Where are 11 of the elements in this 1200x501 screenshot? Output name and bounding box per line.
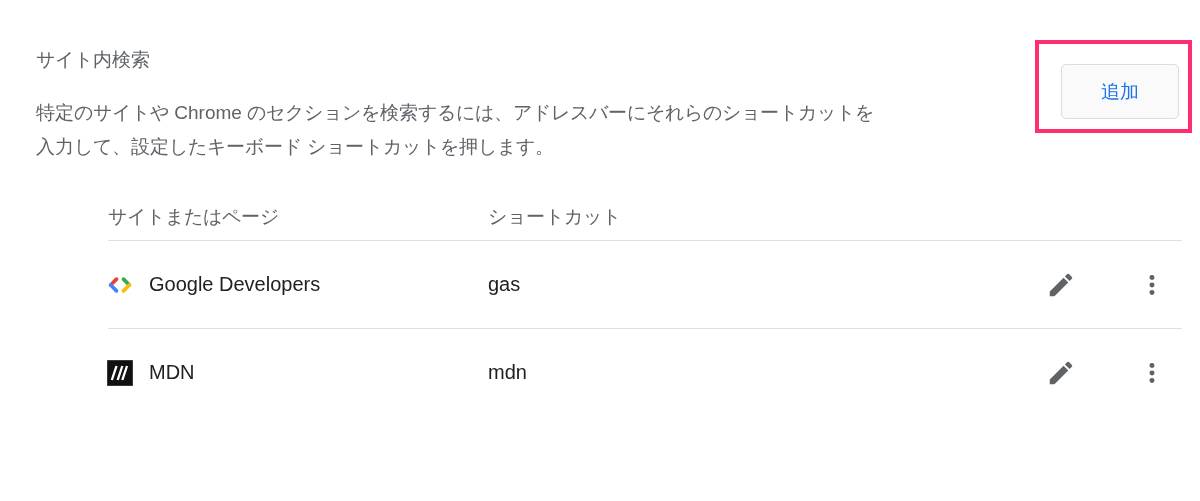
add-button[interactable]: 追加 xyxy=(1061,64,1179,119)
site-name: MDN xyxy=(149,361,195,384)
site-name: Google Developers xyxy=(149,273,321,296)
section-title: サイト内検索 xyxy=(36,48,151,72)
mdn-logo-icon xyxy=(106,358,134,387)
description-text: 入力して、設定したキーボード ショートカットを押します。 xyxy=(36,135,556,159)
shortcut-text: gas xyxy=(488,273,522,296)
description-text: 特定のサイトや Chrome のセクションを検索するには、アドレスバーにそれらのショートカットを xyxy=(36,101,875,125)
column-header: サイトまたはページ xyxy=(108,205,280,229)
column-header: ショートカット xyxy=(488,205,622,229)
shortcut-text: mdn xyxy=(488,361,528,384)
